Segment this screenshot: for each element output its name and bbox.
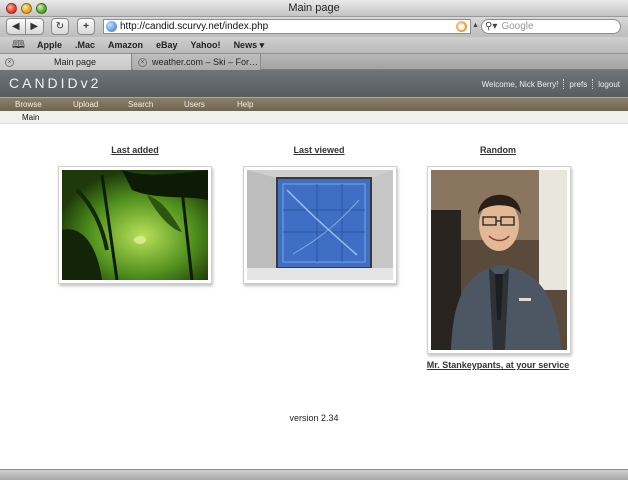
address-text[interactable]: http://candid.scurvy.net/index.php: [120, 21, 268, 32]
search-icon: ⚲▾: [485, 21, 498, 32]
globe-icon: [106, 21, 117, 32]
last-added-photo[interactable]: [58, 166, 212, 284]
tab-strip: × Main page × weather.com – Ski – For…: [0, 54, 628, 70]
last-viewed-title[interactable]: Last viewed: [269, 145, 369, 155]
sub-nav: Main: [0, 111, 628, 124]
rss-icon[interactable]: ◉: [456, 21, 467, 32]
bookmark-item[interactable]: Apple: [37, 40, 62, 50]
person-photo-image: [431, 170, 567, 350]
bookmarks-bar: 🕮 Apple .Mac Amazon eBay Yahoo! News ▾: [0, 37, 628, 54]
prefs-link[interactable]: prefs: [569, 80, 587, 89]
main-content: Last added Last viewed Random Mr. Stanke…: [0, 124, 628, 469]
pool-photo-image: [247, 170, 393, 280]
last-viewed-photo[interactable]: [243, 166, 397, 284]
bookmark-item[interactable]: .Mac: [75, 40, 95, 50]
bookmark-item[interactable]: News ▾: [234, 40, 265, 51]
browser-toolbar: ◀ ▶ ↻ + http://candid.scurvy.net/index.p…: [0, 17, 628, 37]
search-box[interactable]: ⚲▾ Google: [481, 19, 621, 34]
window-titlebar: Main page: [0, 0, 628, 17]
random-title[interactable]: Random: [448, 145, 548, 155]
nav-browse[interactable]: Browse: [15, 100, 42, 109]
site-logo[interactable]: CANDIDv2: [9, 75, 101, 91]
user-box: Welcome, Nick Berry! prefs logout: [482, 79, 620, 89]
nav-users[interactable]: Users: [184, 100, 205, 109]
address-bar[interactable]: http://candid.scurvy.net/index.php ◉: [103, 19, 471, 34]
bookmark-item[interactable]: eBay: [156, 40, 178, 50]
site-header: CANDIDv2 Welcome, Nick Berry! prefs logo…: [0, 70, 628, 97]
bookmark-item[interactable]: Yahoo!: [191, 40, 221, 50]
version-text: version 2.34: [289, 413, 339, 423]
back-button[interactable]: ◀: [7, 21, 25, 32]
nav-search[interactable]: Search: [128, 100, 153, 109]
tab-label: weather.com – Ski – For…: [152, 57, 259, 67]
tab-weather[interactable]: × weather.com – Ski – For…: [133, 54, 261, 70]
nav-upload[interactable]: Upload: [73, 100, 98, 109]
address-menu-arrow-icon[interactable]: ▲: [472, 22, 479, 29]
window-title: Main page: [288, 2, 340, 14]
status-bar: [0, 469, 628, 480]
random-photo[interactable]: [427, 166, 571, 354]
reload-button[interactable]: ↻: [51, 18, 69, 35]
logout-link[interactable]: logout: [598, 80, 620, 89]
forward-button[interactable]: ▶: [26, 21, 44, 32]
tab-main-page[interactable]: × Main page: [0, 54, 132, 70]
site-nav: Browse Upload Search Users Help: [0, 97, 628, 111]
nav-help[interactable]: Help: [237, 100, 253, 109]
close-tab-icon[interactable]: ×: [138, 57, 147, 67]
last-added-title[interactable]: Last added: [85, 145, 185, 155]
bookmark-item[interactable]: Amazon: [108, 40, 143, 50]
random-caption[interactable]: Mr. Stankeypants, at your service: [414, 360, 582, 370]
open-book-icon[interactable]: 🕮: [12, 36, 25, 55]
search-placeholder[interactable]: Google: [501, 21, 533, 32]
breadcrumb-main[interactable]: Main: [22, 113, 39, 122]
back-forward-buttons: ◀ ▶: [6, 18, 44, 35]
tab-label: Main page: [53, 57, 97, 67]
add-bookmark-button[interactable]: +: [77, 18, 95, 35]
close-tab-icon[interactable]: ×: [5, 57, 14, 67]
leaf-photo-image: [62, 170, 208, 280]
welcome-text: Welcome, Nick Berry!: [481, 79, 559, 89]
